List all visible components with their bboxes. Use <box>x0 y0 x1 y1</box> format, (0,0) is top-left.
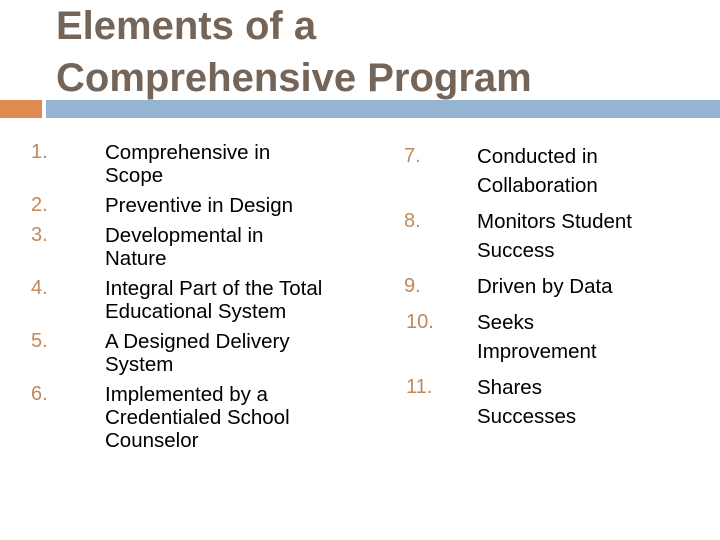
item-text-line: Seeks <box>477 311 534 334</box>
item-text: Preventive in Design <box>105 194 375 217</box>
item-text-line: Successes <box>477 405 577 428</box>
item-text-line: Educational System <box>105 300 287 323</box>
item-number: 7. <box>404 145 421 167</box>
item-text: Seeks Improvement <box>477 308 677 366</box>
list-item: 8. Monitors Student Success <box>380 207 720 265</box>
item-text-line: Credentialed School <box>105 406 290 429</box>
item-number: 4. <box>31 277 48 299</box>
item-text: Integral Part of the Total Educational S… <box>105 277 375 323</box>
item-text-line: Counselor <box>105 429 199 452</box>
item-text: Driven by Data <box>477 272 677 301</box>
slide-title-line: Comprehensive Program <box>56 56 532 100</box>
elements-list-left: 1. Comprehensive in Scope 2. Preventive … <box>0 141 380 459</box>
item-text: Conducted in Collaboration <box>477 142 677 200</box>
item-text-line: Implemented by a <box>105 383 268 406</box>
item-text-line: Improvement <box>477 340 597 363</box>
item-number: 2. <box>31 194 48 216</box>
item-text-line: Developmental in <box>105 224 264 247</box>
item-text: Shares Successes <box>477 373 677 431</box>
list-item: 6. Implemented by a Credentialed School … <box>0 383 380 452</box>
item-number: 6. <box>31 383 48 405</box>
item-number: 10. <box>406 311 434 333</box>
accent-orange-block <box>0 100 42 118</box>
item-text-line: Driven by Data <box>477 275 613 298</box>
item-text-line: Scope <box>105 164 164 187</box>
item-number: 3. <box>31 224 48 246</box>
list-item: 4. Integral Part of the Total Educationa… <box>0 277 380 323</box>
item-text-line: System <box>105 353 174 376</box>
item-number: 1. <box>31 141 48 163</box>
item-text: Monitors Student Success <box>477 207 677 265</box>
item-text-line: Shares <box>477 376 542 399</box>
item-text-line: A Designed Delivery <box>105 330 290 353</box>
list-item: 10. Seeks Improvement <box>380 308 720 366</box>
list-item: 1. Comprehensive in Scope <box>0 141 380 187</box>
item-text-line: Success <box>477 239 555 262</box>
item-number: 9. <box>404 275 421 297</box>
item-text-line: Comprehensive in <box>105 141 271 164</box>
item-number: 5. <box>31 330 48 352</box>
item-number: 11. <box>406 376 433 398</box>
slide-title: Elements of a Comprehensive Program <box>56 0 532 104</box>
item-text: Comprehensive in Scope <box>105 141 375 187</box>
item-text: Developmental in Nature <box>105 224 375 270</box>
slide-title-line: Elements of a <box>56 4 317 48</box>
item-number: 8. <box>404 210 421 232</box>
item-text: A Designed Delivery System <box>105 330 375 376</box>
elements-list-right: 7. Conducted in Collaboration 8. Monitor… <box>380 142 720 438</box>
list-item: 5. A Designed Delivery System <box>0 330 380 376</box>
list-item: 2. Preventive in Design <box>0 194 380 217</box>
item-text-line: Conducted in <box>477 145 598 168</box>
list-item: 9. Driven by Data <box>380 272 720 301</box>
item-text-line: Collaboration <box>477 174 598 197</box>
item-text: Implemented by a Credentialed School Cou… <box>105 383 375 452</box>
list-item: 3. Developmental in Nature <box>0 224 380 270</box>
item-text-line: Preventive in Design <box>105 194 294 217</box>
list-item: 7. Conducted in Collaboration <box>380 142 720 200</box>
item-text-line: Nature <box>105 247 167 270</box>
item-text-line: Integral Part of the Total <box>105 277 323 300</box>
list-item: 11. Shares Successes <box>380 373 720 431</box>
accent-blue-bar <box>46 100 720 118</box>
item-text-line: Monitors Student <box>477 210 632 233</box>
